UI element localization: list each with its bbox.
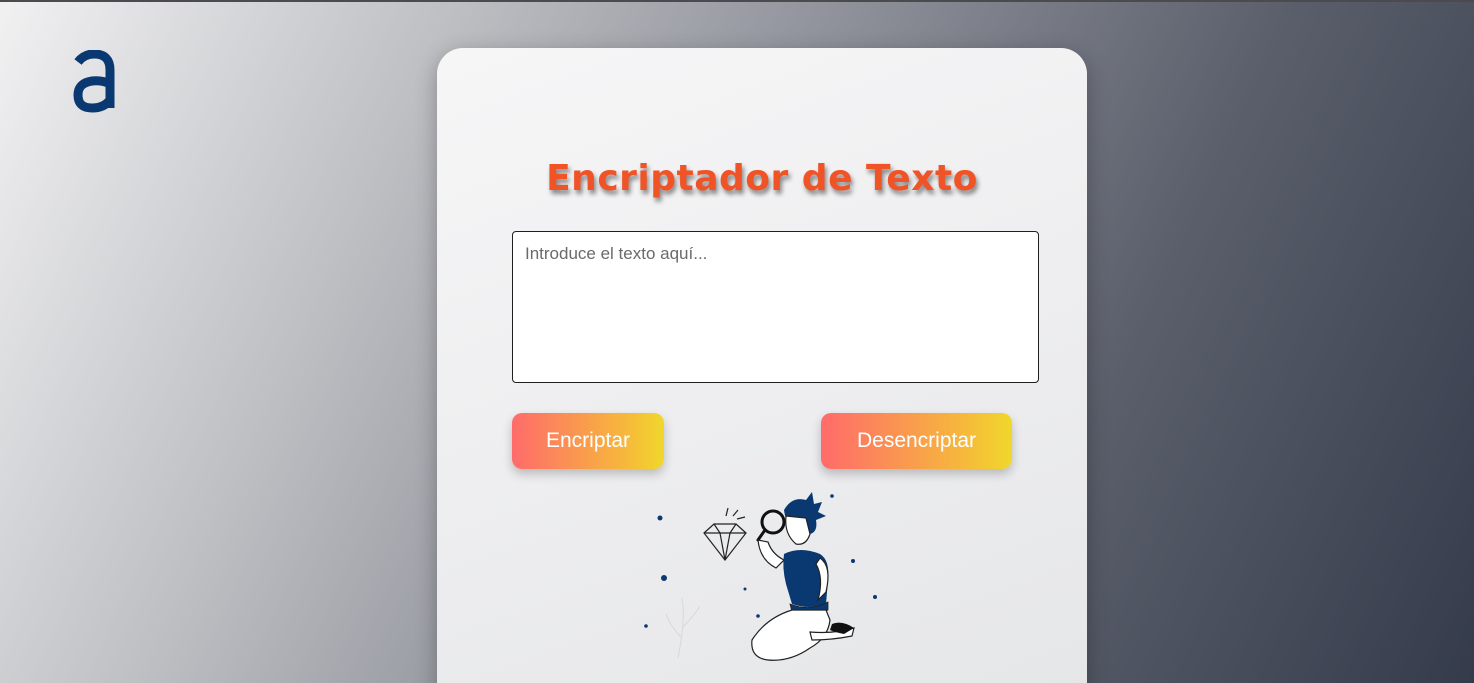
page-title: Encriptador de Texto (546, 158, 978, 199)
illustration (634, 488, 884, 678)
decrypt-button[interactable]: Desencriptar (821, 413, 1012, 469)
top-border (0, 0, 1474, 2)
encryptor-card: Encriptador de Texto Encriptar Desencrip… (437, 48, 1087, 683)
alura-logo[interactable] (70, 49, 118, 114)
text-input[interactable] (512, 231, 1039, 383)
person-inspecting-diamond-icon (644, 492, 877, 661)
encrypt-button[interactable]: Encriptar (512, 413, 664, 469)
alura-logo-icon (73, 49, 115, 113)
